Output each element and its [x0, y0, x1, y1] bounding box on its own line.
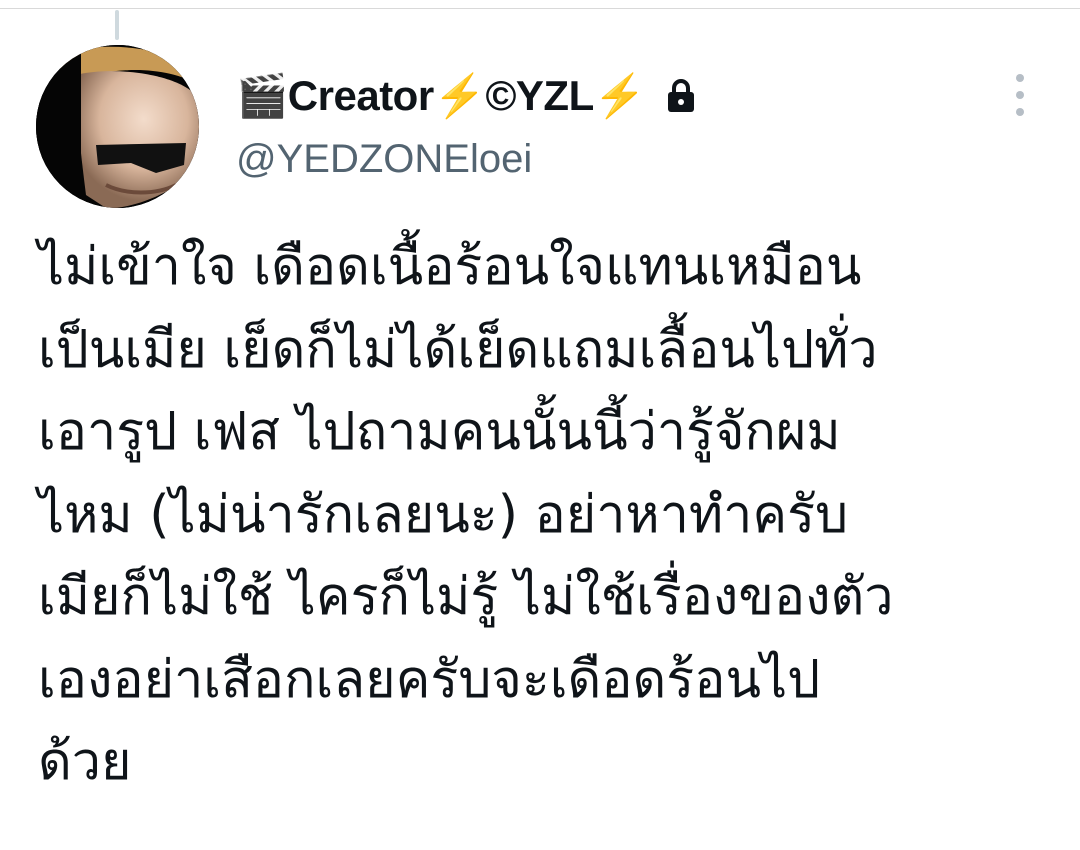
tweet-text-line: ด้วย — [38, 732, 132, 792]
avatar[interactable] — [36, 45, 199, 208]
author-handle[interactable]: @YEDZONEloei — [236, 137, 532, 182]
more-dot-icon — [1016, 108, 1024, 116]
thread-connector-line — [115, 10, 119, 40]
tweet-text-line: เอารูป เฟส ไปถามคนนั้นนี้ว่ารู้จักผม — [38, 402, 841, 462]
author-display-name[interactable]: 🎬Creator⚡©YZL⚡ — [236, 72, 646, 121]
lock-icon — [662, 77, 700, 115]
tweet-text-line: เองอย่าเสือกเลยครับจะเดือดร้อนไป — [38, 649, 821, 710]
tweet-text: ไม่เข้าใจ เดือดเนื้อร้อนใจแทนเหมือน เป็น… — [38, 226, 1048, 804]
tweet-text-line: ไหม (ไม่น่ารักเลยนะ) อย่าหาทำครับ — [38, 484, 849, 545]
tweet-text-line: เมียก็ไม่ใช้ ไครก็ไม่รู้ ไม่ใช้เรื่องของ… — [38, 567, 894, 627]
more-dot-icon — [1016, 91, 1024, 99]
author-name-row: 🎬Creator⚡©YZL⚡ — [236, 68, 700, 124]
avatar-photo-icon — [36, 45, 199, 208]
top-divider — [0, 8, 1080, 9]
more-vertical-icon[interactable] — [1004, 74, 1036, 116]
tweet-text-line: ไม่เข้าใจ เดือดเนื้อร้อนใจแทนเหมือน — [38, 237, 862, 297]
tweet-text-line: เป็นเมีย เย็ดก็ไม่ได้เย็ดแถมเลื้อนไปทั่ว — [38, 319, 878, 380]
more-dot-icon — [1016, 74, 1024, 82]
